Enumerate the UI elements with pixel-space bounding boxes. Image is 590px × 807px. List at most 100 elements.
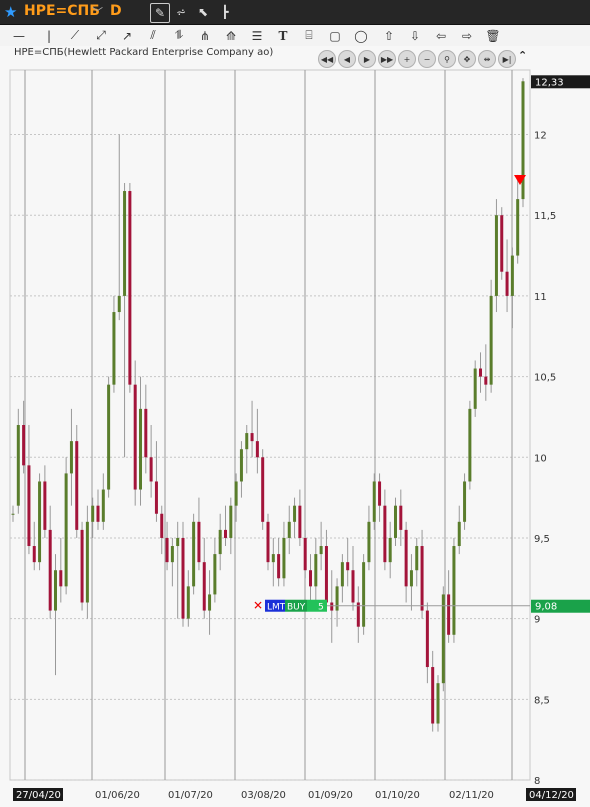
candle-body: [181, 537, 185, 619]
levels-icon[interactable]: ☰: [246, 25, 268, 46]
zoom-out-icon[interactable]: −: [418, 50, 436, 68]
candle-body: [117, 295, 121, 313]
channel-icon[interactable]: ⫽: [142, 25, 164, 46]
candle-body: [239, 449, 243, 482]
scroll-start-icon[interactable]: ◀◀: [318, 50, 336, 68]
candle-body: [133, 384, 137, 490]
arrow-right-icon[interactable]: ⇨: [456, 25, 478, 46]
candle-body: [22, 425, 26, 466]
symbol-title[interactable]: HPE=СПБ: [24, 3, 100, 19]
period-selector[interactable]: D: [110, 3, 122, 19]
scroll-right-icon[interactable]: ▶: [358, 50, 376, 68]
candle-body: [362, 562, 366, 627]
fibonacci-icon[interactable]: ⥮: [168, 25, 190, 46]
zoom-search-icon[interactable]: ⚲: [438, 50, 456, 68]
fit-vertical-icon[interactable]: ✥: [458, 50, 476, 68]
y-tick-label: 10,5: [534, 373, 556, 384]
candle-body: [287, 521, 291, 538]
candle-body: [229, 505, 233, 538]
pitchfork-icon[interactable]: ⋔: [194, 25, 216, 46]
draw-tool-icon[interactable]: ✎: [150, 3, 170, 23]
line-price-label: 9,08: [535, 602, 557, 613]
candle-body: [394, 505, 397, 538]
label-icon[interactable]: ⌸: [298, 25, 320, 46]
candle-body: [186, 586, 190, 619]
candle-body: [489, 295, 493, 385]
arrow-left-icon[interactable]: ⇦: [430, 25, 452, 46]
order-type-label: LMT: [267, 603, 286, 613]
price-chart[interactable]: 8 8,5 9 9,5 10 10,5 11 11,5 12 27/04/20 01/06/20 01…: [0, 46, 590, 807]
trash-icon[interactable]: 🗑: [482, 25, 504, 46]
candle-body: [176, 537, 180, 547]
scroll-end-icon[interactable]: ▶▶: [378, 50, 396, 68]
ray-icon[interactable]: ⤢: [90, 25, 112, 46]
candle-body: [457, 521, 461, 547]
candle-body: [38, 481, 42, 563]
fib-fan-icon[interactable]: ⟰: [220, 25, 242, 46]
candle-body: [303, 537, 307, 571]
x-tick-label: 01/06/20: [95, 790, 140, 801]
candle-body: [192, 521, 196, 587]
y-tick-label: 9: [534, 615, 540, 626]
cancel-order-icon[interactable]: ✕: [253, 599, 263, 613]
arrow-down-icon[interactable]: ⇩: [404, 25, 426, 46]
candle-body: [468, 408, 472, 482]
candle-body: [144, 408, 148, 458]
candle-body: [59, 570, 63, 587]
bars-icon[interactable]: ⩫: [172, 3, 190, 21]
y-tick-label: 11,5: [534, 211, 556, 222]
candle-body: [266, 521, 270, 563]
candle-body: [91, 505, 95, 522]
order-qty-tag: [307, 599, 327, 612]
candle-body: [500, 215, 504, 272]
candle-body: [431, 667, 435, 724]
rectangle-icon[interactable]: ▢: [324, 25, 346, 46]
star-icon[interactable]: ★: [4, 3, 17, 21]
go-end-icon[interactable]: ▶|: [498, 50, 516, 68]
y-tick-label: 8,5: [534, 695, 550, 706]
candle-body: [420, 546, 424, 611]
y-tick-label: 8: [534, 776, 540, 787]
candle-body: [234, 481, 238, 506]
candle-body: [319, 546, 323, 555]
scroll-left-icon[interactable]: ◀: [338, 50, 356, 68]
vertical-line-icon[interactable]: |: [38, 25, 60, 46]
cursor-icon[interactable]: ⬉: [194, 3, 212, 21]
candle-body: [452, 546, 456, 635]
candle-body: [160, 513, 164, 538]
candle-body: [245, 433, 249, 450]
x-tick-label: 01/10/20: [375, 790, 420, 801]
candle-body: [64, 473, 68, 587]
trend-line-icon[interactable]: ⟋: [64, 25, 86, 46]
arrow-icon[interactable]: ↗: [116, 25, 138, 46]
candle-body: [48, 529, 52, 611]
arrow-up-icon[interactable]: ⇧: [378, 25, 400, 46]
candle-body: [255, 441, 259, 458]
chart-title: HPE=СПБ(Hewlett Packard Enterprise Compa…: [14, 47, 274, 58]
candle-body: [101, 489, 105, 522]
candle-body: [224, 529, 227, 538]
candle-body: [128, 191, 132, 385]
candle-body: [346, 562, 350, 571]
candle-body: [298, 505, 302, 538]
x-tick-label: 04/12/20: [529, 790, 574, 801]
depth-icon[interactable]: ┣: [216, 3, 234, 21]
candle-body: [277, 554, 281, 579]
collapse-icon[interactable]: ⌃: [518, 49, 527, 62]
fit-horizontal-icon[interactable]: ⇹: [478, 50, 496, 68]
y-tick-label: 9,5: [534, 534, 550, 545]
candle-body: [112, 312, 116, 385]
candle-body: [213, 554, 217, 595]
ellipse-icon[interactable]: ◯: [350, 25, 372, 46]
candle-body: [409, 570, 413, 587]
candle-body: [473, 368, 477, 409]
candle-body: [510, 255, 514, 296]
candle-body: [69, 441, 73, 474]
text-icon[interactable]: T: [272, 25, 294, 46]
candle-body: [27, 465, 31, 547]
horizontal-line-icon[interactable]: —: [8, 25, 30, 46]
candle-body: [218, 529, 222, 555]
chevron-down-icon[interactable]: ﹀: [92, 4, 103, 20]
candle-body: [378, 481, 382, 506]
zoom-in-icon[interactable]: +: [398, 50, 416, 68]
